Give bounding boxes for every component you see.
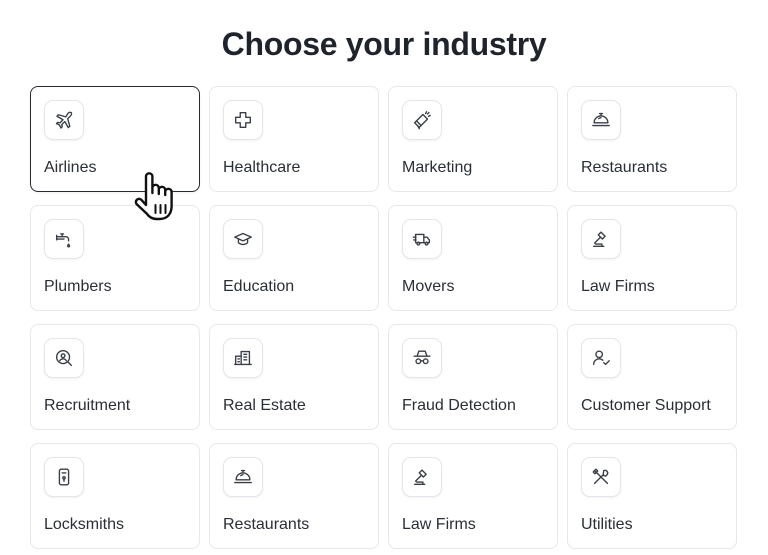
industry-label: Education	[223, 278, 295, 295]
buildings-icon	[223, 338, 263, 378]
door-lock-icon	[44, 457, 84, 497]
cloche-icon	[223, 457, 263, 497]
industry-card-locksmiths[interactable]: Locksmiths	[30, 443, 200, 549]
industry-grid: Airlines Healthcare Marketing Restaurant…	[30, 86, 740, 549]
industry-card-law-firms[interactable]: Law Firms	[567, 205, 737, 311]
plane-icon	[44, 100, 84, 140]
spy-icon	[402, 338, 442, 378]
user-check-icon	[581, 338, 621, 378]
cloche-icon	[581, 100, 621, 140]
gavel-icon	[581, 219, 621, 259]
graduation-cap-icon	[223, 219, 263, 259]
industry-card-education[interactable]: Education	[209, 205, 379, 311]
industry-card-fraud-detection[interactable]: Fraud Detection	[388, 324, 558, 430]
industry-card-recruitment[interactable]: Recruitment	[30, 324, 200, 430]
industry-label: Healthcare	[223, 159, 301, 176]
industry-card-utilities[interactable]: Utilities	[567, 443, 737, 549]
industry-label: Real Estate	[223, 397, 306, 414]
industry-card-movers[interactable]: Movers	[388, 205, 558, 311]
industry-label: Movers	[402, 278, 455, 295]
search-person-icon	[44, 338, 84, 378]
industry-label: Restaurants	[581, 159, 668, 176]
industry-card-real-estate[interactable]: Real Estate	[209, 324, 379, 430]
medical-cross-icon	[223, 100, 263, 140]
industry-label: Marketing	[402, 159, 473, 176]
industry-label: Fraud Detection	[402, 397, 516, 414]
page-title: Choose your industry	[221, 26, 547, 62]
industry-label: Customer Support	[581, 397, 711, 414]
faucet-icon	[44, 219, 84, 259]
industry-label: Locksmiths	[44, 516, 125, 533]
megaphone-icon	[402, 100, 442, 140]
industry-label: Law Firms	[402, 516, 476, 533]
industry-label: Restaurants	[223, 516, 310, 533]
moving-truck-icon	[402, 219, 442, 259]
industry-card-law-firms-2[interactable]: Law Firms	[388, 443, 558, 549]
industry-label: Law Firms	[581, 278, 655, 295]
hand-pointer-icon	[134, 172, 173, 221]
industry-label: Utilities	[581, 516, 633, 533]
industry-label: Airlines	[44, 159, 97, 176]
industry-label: Recruitment	[44, 397, 131, 414]
industry-card-healthcare[interactable]: Healthcare	[209, 86, 379, 192]
industry-card-restaurants[interactable]: Restaurants	[567, 86, 737, 192]
tools-icon	[581, 457, 621, 497]
industry-card-restaurants-2[interactable]: Restaurants	[209, 443, 379, 549]
industry-card-customer-support[interactable]: Customer Support	[567, 324, 737, 430]
gavel-icon	[402, 457, 442, 497]
industry-label: Plumbers	[44, 278, 112, 295]
industry-card-marketing[interactable]: Marketing	[388, 86, 558, 192]
